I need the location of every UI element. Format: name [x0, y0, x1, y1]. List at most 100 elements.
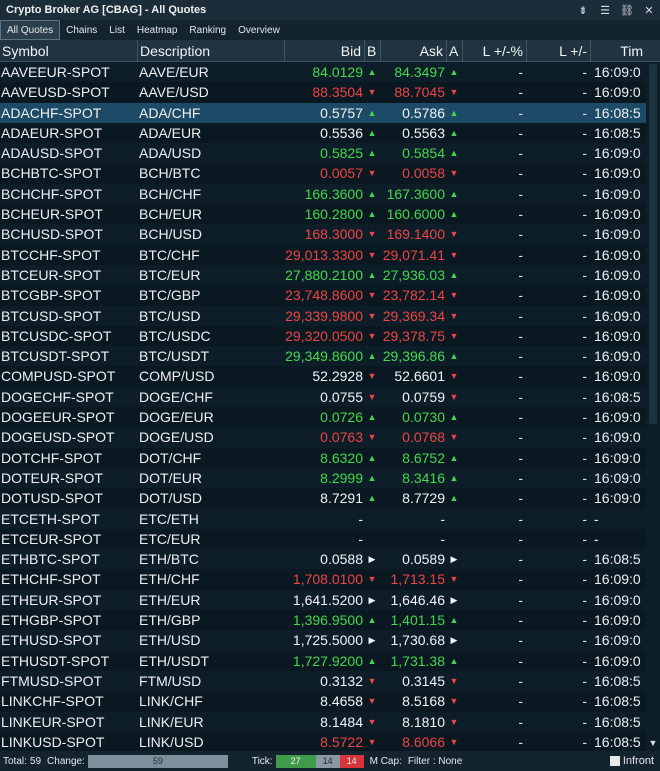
- tab-overview[interactable]: Overview: [232, 20, 286, 40]
- table-row[interactable]: ETCETH-SPOT ETC/ETH - - - - -: [0, 508, 646, 529]
- column-header-ask[interactable]: Ask: [380, 40, 446, 62]
- table-row[interactable]: ETHUSDT-SPOT ETH/USDT 1,727.9200 1,731.38 - -…: [0, 650, 646, 671]
- bid-direction-icon: ▲: [367, 67, 377, 77]
- ask-cell: 23,782.14: [382, 287, 445, 304]
- last-chg-cell: -: [582, 672, 587, 689]
- bid-direction-icon: ▶: [368, 594, 376, 605]
- tab-all-quotes[interactable]: All Quotes: [0, 20, 61, 40]
- table-row[interactable]: AAVEUSD-SPOT AAVE/USD 88.3504 88.7045- -16:0…: [0, 82, 646, 103]
- ask-cell: 0.0058: [402, 165, 445, 182]
- symbol-cell: COMPUSD-SPOT: [1, 368, 116, 385]
- table-row[interactable]: LINKCHF-SPOT LINK/CHF 8.4658 8.5168- -16:08:…: [0, 691, 646, 712]
- bid-direction-icon: ▲: [367, 351, 377, 362]
- total-label: Total:: [3, 755, 27, 767]
- scroll-down-icon[interactable]: ▼: [646, 738, 660, 748]
- table-row[interactable]: ETHCHF-SPOT ETH/CHF 1,708.0100 1,713.15- -16…: [0, 569, 646, 590]
- last-pct-cell: -: [518, 165, 523, 182]
- ask-cell: 29,396.86: [382, 348, 445, 365]
- link-icon[interactable]: ⛓: [616, 0, 638, 20]
- menu-icon[interactable]: ☰: [594, 0, 616, 20]
- table-row[interactable]: DOTEUR-SPOT DOT/EUR 8.2999 8.3416- -16:09:0 ▲…: [0, 467, 646, 489]
- symbol-cell: DOGEUSD-SPOT: [1, 429, 115, 446]
- table-row[interactable]: BCHBTC-SPOT BCH/BTC 0.0057 0.0058- -16:09:0 ▼…: [0, 163, 646, 184]
- table-row[interactable]: DOTUSD-SPOT DOT/USD 8.7291 8.7729- -16:09:0 ▲…: [0, 488, 646, 509]
- table-row[interactable]: LINKEUR-SPOT LINK/EUR 8.1484 8.1810- -16:08:…: [0, 711, 646, 732]
- table-row[interactable]: ETHUSD-SPOT ETH/USD 1,725.5000 1,730.68- -16…: [0, 630, 646, 651]
- column-header-description[interactable]: Description: [137, 40, 284, 62]
- symbol-cell: DOTCHF-SPOT: [1, 449, 103, 466]
- bid-direction-icon: ▲: [367, 107, 377, 118]
- last-chg-cell: -: [582, 530, 587, 547]
- symbol-cell: ETHEUR-SPOT: [1, 591, 102, 608]
- table-row[interactable]: DOGEUSD-SPOT DOGE/USD 0.0763 0.0768- -16:09:…: [0, 427, 646, 448]
- tick-flat-count: 14: [315, 754, 340, 768]
- table-row[interactable]: BTCGBP-SPOT BTC/GBP 23,748.8600 23,782.14 - -…: [0, 285, 646, 306]
- column-header-symbol[interactable]: Symbol: [0, 40, 137, 62]
- ask-cell: -: [440, 530, 445, 547]
- close-icon[interactable]: ✕: [638, 0, 660, 20]
- bid-cell: 0.0588: [320, 551, 363, 568]
- table-row[interactable]: BTCUSDC-SPOT BTC/USDC 29,320.0500 29,378.75…: [0, 325, 646, 347]
- last-chg-cell: -: [582, 469, 587, 486]
- column-header-last-chg[interactable]: L +/-: [526, 40, 590, 62]
- tick-label: Tick:: [251, 755, 273, 767]
- table-row[interactable]: BTCUSDT-SPOT BTC/USDT 29,349.8600 29,396.86…: [0, 346, 646, 367]
- table-row[interactable]: BCHCHF-SPOT BCH/CHF 166.3600 167.3600- -16:0…: [0, 183, 646, 205]
- column-header-ask-flag[interactable]: A: [446, 40, 462, 62]
- table-row[interactable]: ETHBTC-SPOT ETH/BTC 0.0588 0.0589- -16:08:5 ▶…: [0, 549, 646, 570]
- bid-direction-icon: ▲: [367, 188, 377, 199]
- table-row[interactable]: DOGECHF-SPOT DOGE/CHF 0.0755 0.0759- -16:08:…: [0, 386, 646, 408]
- last-pct-cell: -: [518, 652, 523, 669]
- table-row[interactable]: AAVEEUR-SPOT AAVE/EUR 84.0129 84.3497- -16:0…: [0, 62, 646, 83]
- bid-cell: 0.3132: [320, 672, 363, 689]
- table-row[interactable]: ADAEUR-SPOT ADA/EUR 0.5536 0.5563- -16:08:5 ▲…: [0, 122, 646, 144]
- filter-status[interactable]: Filter : None: [405, 756, 465, 767]
- table-row[interactable]: FTMUSD-SPOT FTM/USD 0.3132 0.3145- -16:08:5 ▼…: [0, 670, 646, 692]
- table-row[interactable]: DOTCHF-SPOT DOT/CHF 8.6320 8.6752- -16:09:0 ▲…: [0, 447, 646, 468]
- table-row[interactable]: DOGEEUR-SPOT DOGE/EUR 0.0726 0.0730- -16:09:…: [0, 407, 646, 428]
- table-row[interactable]: BTCUSD-SPOT BTC/USD 29,339.9800 29,369.34 - -…: [0, 305, 646, 326]
- ask-cell: 29,378.75: [382, 327, 445, 344]
- last-pct-cell: -: [518, 693, 523, 710]
- table-row[interactable]: BTCCHF-SPOT BTC/CHF 29,013.3300 29,071.41 - -…: [0, 244, 646, 265]
- table-row[interactable]: COMPUSD-SPOT COMP/USD 52.2928 52.6601- -16:0…: [0, 366, 646, 387]
- bid-cell: 160.2800: [304, 206, 363, 223]
- vertical-scrollbar[interactable]: ▼: [646, 62, 660, 751]
- description-cell: COMP/USD: [139, 368, 215, 385]
- tab-list[interactable]: List: [103, 20, 131, 40]
- last-chg-cell: -: [582, 449, 587, 466]
- table-row[interactable]: ADAUSD-SPOT ADA/USD 0.5825 0.5854- -16:09:0 ▲…: [0, 143, 646, 164]
- bid-direction-icon: ▲: [367, 412, 377, 423]
- last-chg-cell: -: [582, 652, 587, 669]
- column-header-bid-flag[interactable]: B: [364, 40, 380, 62]
- table-row[interactable]: ETCEUR-SPOT ETC/EUR - - - - -: [0, 528, 646, 550]
- bid-cell: -: [358, 510, 363, 527]
- description-cell: AAVE/EUR: [139, 64, 209, 80]
- column-header-bid[interactable]: Bid: [284, 40, 364, 62]
- column-header-time[interactable]: Tim: [590, 40, 646, 62]
- table-row[interactable]: ADACHF-SPOT ADA/CHF 0.5757 0.5786- -16:08:5 ▲…: [0, 102, 646, 123]
- last-pct-cell: -: [518, 84, 523, 101]
- bid-direction-icon: ▼: [367, 675, 377, 686]
- table-row[interactable]: ETHGBP-SPOT ETH/GBP 1,396.9500 1,401.15- -16…: [0, 610, 646, 631]
- ask-direction-icon: ▲: [449, 269, 459, 280]
- bid-cell: 88.3504: [312, 84, 363, 101]
- bid-cell: 168.3000: [304, 226, 363, 243]
- tab-chains[interactable]: Chains: [60, 20, 103, 40]
- table-row[interactable]: BCHUSD-SPOT BCH/USD 168.3000 169.1400- -16:0…: [0, 224, 646, 245]
- tab-ranking[interactable]: Ranking: [183, 20, 232, 40]
- table-row[interactable]: BCHEUR-SPOT BCH/EUR 160.2800 160.6000- -16:0…: [0, 204, 646, 225]
- bid-cell: 1,725.5000: [292, 632, 363, 649]
- table-row[interactable]: ETHEUR-SPOT ETH/EUR 1,641.5200 1,646.46- -16…: [0, 589, 646, 611]
- scrollbar-thumb[interactable]: [649, 64, 657, 424]
- ask-direction-icon: ▲: [449, 351, 459, 362]
- last-chg-cell: -: [582, 246, 587, 263]
- tab-heatmap[interactable]: Heatmap: [131, 20, 184, 40]
- table-row[interactable]: BTCEUR-SPOT BTC/EUR 27,880.2100 27,936.03 - -…: [0, 264, 646, 286]
- bid-cell: 27,880.2100: [285, 266, 363, 283]
- layout-icon[interactable]: ⇟: [572, 0, 594, 20]
- ask-cell: 8.7729: [402, 490, 445, 507]
- symbol-cell: ETCEUR-SPOT: [1, 530, 102, 547]
- column-header-last-pct[interactable]: L +/-%: [462, 40, 526, 62]
- table-row[interactable]: LINKUSD-SPOT LINK/USD 8.5722 8.6066- -16:08:…: [0, 731, 646, 751]
